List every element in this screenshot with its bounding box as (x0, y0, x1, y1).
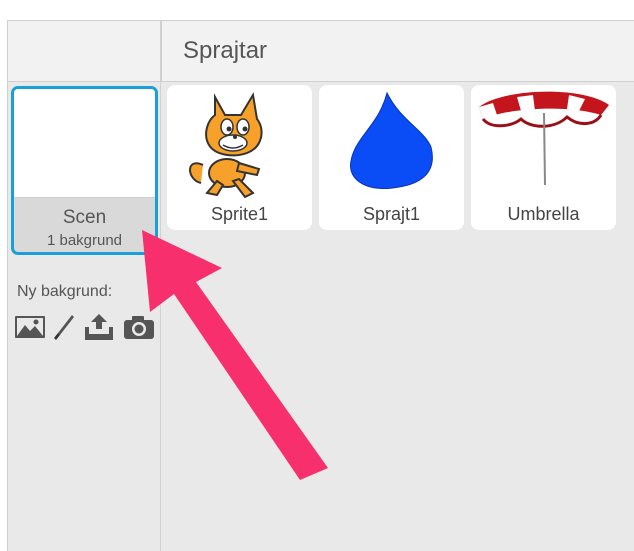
sprite-tile[interactable]: Umbrella (471, 85, 616, 230)
column-divider (160, 21, 161, 551)
sprite-name: Umbrella (507, 204, 580, 224)
stage-header (8, 21, 160, 82)
stage-tile[interactable]: Scen 1 bakgrund (11, 86, 158, 255)
stage-column: Scen 1 bakgrund Ny bakgrund: (8, 82, 160, 551)
landscape-icon[interactable] (14, 313, 46, 341)
camera-icon[interactable] (122, 313, 156, 341)
sprites-title: Sprajtar (183, 37, 268, 64)
sprite-name: Sprite1 (210, 204, 269, 224)
sprite-pane: Sprajtar Scen 1 bakgrund Ny bakgrund: Sp… (7, 20, 634, 551)
new-backdrop-label: Ny bakgrund: (17, 283, 113, 300)
stage-backdrop-count: 1 bakgrund (46, 232, 123, 249)
stage-name: Scen (62, 207, 107, 228)
sprites-header: Sprajtar (161, 21, 634, 82)
sprite-tile[interactable]: Sprajt1 (319, 85, 464, 230)
upload-icon[interactable] (83, 313, 115, 341)
sprite-name: Sprajt1 (362, 204, 421, 224)
stage-thumbnail (14, 89, 155, 198)
paintbrush-icon[interactable] (52, 313, 76, 341)
sprite-tile[interactable]: Sprite1 (167, 85, 312, 230)
